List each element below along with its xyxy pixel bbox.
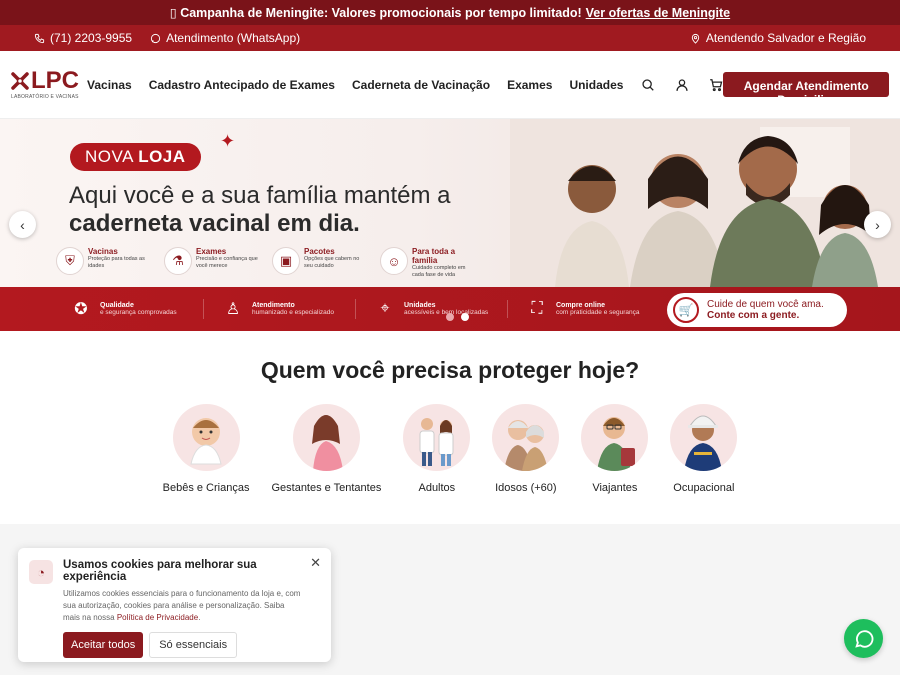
nav-item-unidades[interactable]: Unidades xyxy=(569,78,623,92)
hero-banner: NOVA LOJA ✦ Aqui você e a sua família ma… xyxy=(0,119,900,331)
chat-icon xyxy=(150,33,161,43)
cart-icon[interactable] xyxy=(709,78,723,92)
group-idosos[interactable]: Idosos (+60) xyxy=(492,404,560,494)
hero-headline: Aqui você e a sua família mantém a cader… xyxy=(69,182,451,237)
sparkle-icon: ✦ xyxy=(220,131,236,151)
carousel-dot-1[interactable] xyxy=(446,313,454,321)
group-gestantes[interactable]: Gestantes e Tentantes xyxy=(271,404,381,494)
feature-pacotes: ▣ Pacotes Opções que cabem no seu cuidado xyxy=(272,247,368,279)
schedule-home-button[interactable]: Agendar Atendimento Domiciliar xyxy=(723,72,889,107)
benefit-qualidade: ✪ Qualidade e segurança comprovadas xyxy=(70,299,204,319)
pregnant-woman-icon xyxy=(292,404,360,471)
adults-icon xyxy=(403,404,471,471)
whatsapp-float-button[interactable] xyxy=(844,619,883,658)
logo[interactable]: LPC LABORATÓRIO E VACINAS xyxy=(11,67,79,101)
carousel-dots xyxy=(446,313,469,321)
group-label: Gestantes e Tentantes xyxy=(271,482,382,494)
group-bebes[interactable]: Bebês e Crianças xyxy=(162,404,250,494)
promo-link[interactable]: Ver ofertas de Meningite xyxy=(586,6,730,20)
audience-section: Quem você precisa proteger hoje? Bebês e… xyxy=(0,331,900,525)
nav-item-caderneta[interactable]: Caderneta de Vacinação xyxy=(352,78,490,92)
group-label: Adultos xyxy=(418,482,456,494)
phone-link[interactable]: (71) 2203-9955 xyxy=(34,31,132,45)
location-pin-icon xyxy=(691,33,700,44)
audience-title: Quem você precisa proteger hoje? xyxy=(260,357,640,383)
contact-bar: (71) 2203-9955 Atendimento (WhatsApp) At… xyxy=(0,25,900,51)
carousel-dot-2[interactable] xyxy=(461,313,469,321)
accept-all-button[interactable]: Aceitar todos xyxy=(63,632,144,658)
location-icon: ⌖ xyxy=(380,300,390,317)
whatsapp-label: Atendimento (WhatsApp) xyxy=(166,31,301,45)
region-label: Atendendo Salvador e Região xyxy=(705,31,866,45)
user-icon[interactable] xyxy=(675,78,689,92)
nav-item-vacinas[interactable]: Vacinas xyxy=(87,78,132,92)
cookie-icon: ◔ xyxy=(29,560,53,584)
carousel-prev-button[interactable]: ‹ xyxy=(9,211,36,238)
promo-text: ▯ Campanha de Meningite: Valores promoci… xyxy=(169,6,582,20)
nav-menu: Vacinas Cadastro Antecipado de Exames Ca… xyxy=(87,78,623,92)
region-info: Atendendo Salvador e Região xyxy=(690,31,866,45)
nav-item-exames[interactable]: Exames xyxy=(507,78,552,92)
cart-circle-icon: 🛒 xyxy=(673,297,699,323)
group-adultos[interactable]: Adultos xyxy=(403,404,471,494)
test-tube-icon: ⚗ xyxy=(164,247,192,275)
audience-groups: Bebês e Crianças Gestantes e Tentantes A… xyxy=(0,404,900,494)
award-icon: ✪ xyxy=(74,301,88,318)
group-label: Idosos (+60) xyxy=(495,482,557,494)
group-label: Ocupacional xyxy=(673,482,735,494)
benefit-compre-online: ⛶ Compre online com praticidade e seguran… xyxy=(526,300,660,318)
whatsapp-icon xyxy=(854,629,873,648)
shield-check-icon: ⛨ xyxy=(56,247,84,275)
hero-slogan-pill: 🛒 Cuide de quem você ama. Conte com a gen… xyxy=(667,293,847,327)
cookie-title: Usamos cookies para melhorar sua experiê… xyxy=(63,559,257,583)
group-viajantes[interactable]: Viajantes xyxy=(581,404,649,494)
logo-text: LPC xyxy=(31,67,79,94)
main-nav: LPC LABORATÓRIO E VACINAS Vacinas Cadast… xyxy=(0,51,900,119)
chevron-right-icon: › xyxy=(875,216,880,233)
benefit-unidades: ⌖ Unidades acessíveis e bem localizadas xyxy=(374,300,508,318)
cookie-banner: ◔ ✕ Usamos cookies para melhorar sua exp… xyxy=(18,548,331,662)
essential-only-button[interactable]: Só essenciais xyxy=(149,632,238,658)
close-icon[interactable]: ✕ xyxy=(310,555,321,571)
nav-icons xyxy=(641,78,723,92)
elderly-icon xyxy=(492,404,560,471)
worker-icon xyxy=(670,404,738,471)
family-photo xyxy=(510,119,900,287)
phone-number: (71) 2203-9955 xyxy=(50,31,133,45)
baby-icon xyxy=(172,404,240,471)
feature-exames: ⚗ Exames Precisão e confiança que você me… xyxy=(164,247,260,279)
nav-item-cadastro[interactable]: Cadastro Antecipado de Exames xyxy=(149,78,335,92)
chevron-left-icon: ‹ xyxy=(20,216,25,233)
logo-mark-icon xyxy=(11,72,29,90)
privacy-policy-link[interactable]: Política de Privacidade xyxy=(117,613,198,622)
feature-vacinas: ⛨ Vacinas Proteção para todas as idades xyxy=(56,247,152,279)
cookie-text: Utilizamos cookies essenciais para o fun… xyxy=(63,589,301,622)
feature-familia: ☺ Para toda a família Cuidado completo em… xyxy=(380,247,476,279)
phone-icon xyxy=(34,33,45,43)
search-icon[interactable] xyxy=(641,78,655,92)
group-label: Viajantes xyxy=(592,482,638,494)
hero-badge: NOVA LOJA xyxy=(70,143,201,171)
group-label: Bebês e Crianças xyxy=(162,482,250,494)
cookie-actions: Aceitar todos Só essenciais xyxy=(63,632,319,658)
bag-icon: ⛶ xyxy=(531,300,543,317)
whatsapp-link[interactable]: Atendimento (WhatsApp) xyxy=(150,31,300,45)
hero-features: ⛨ Vacinas Proteção para todas as idades ⚗… xyxy=(56,247,476,279)
promo-bar: ▯ Campanha de Meningite: Valores promoci… xyxy=(0,0,900,25)
traveler-icon xyxy=(581,404,649,471)
group-ocupacional[interactable]: Ocupacional xyxy=(670,404,738,494)
person-icon: ♙ xyxy=(225,301,241,318)
box-icon: ▣ xyxy=(272,247,300,275)
family-icon: ☺ xyxy=(380,247,408,275)
benefit-atendimento: ♙ Atendimento humanizado e especializado xyxy=(222,299,356,319)
carousel-next-button[interactable]: › xyxy=(864,211,891,238)
logo-tagline: LABORATÓRIO E VACINAS xyxy=(11,94,79,100)
